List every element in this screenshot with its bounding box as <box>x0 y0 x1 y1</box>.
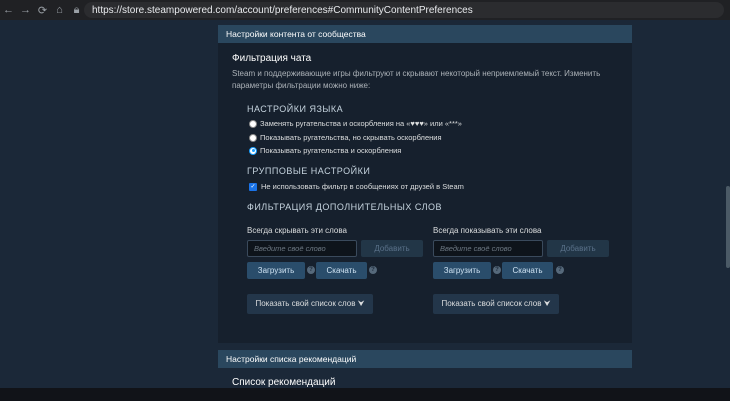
forward-arrow-icon[interactable]: → <box>17 0 34 20</box>
reload-icon[interactable]: ⟳ <box>34 0 51 20</box>
show-words-title: Всегда показывать эти слова <box>433 226 542 235</box>
language-option-label: Заменять ругательства и оскорбления на «… <box>260 119 462 128</box>
page-content: Настройки контента от сообщества Фильтра… <box>0 20 730 388</box>
url-text: https://store.steampowered.com/account/p… <box>92 4 473 16</box>
chat-filter-title: Фильтрация чата <box>232 53 312 64</box>
language-settings-label: НАСТРОЙКИ ЯЗЫКА <box>247 104 344 114</box>
hide-upload-button[interactable]: Загрузить <box>247 262 305 279</box>
radio-button-selected[interactable] <box>249 146 257 155</box>
checkbox-checked[interactable]: ✓ <box>249 182 257 191</box>
friends-filter-option[interactable]: ✓ Не использовать фильтр в сообщениях от… <box>249 182 464 191</box>
friends-filter-label: Не использовать фильтр в сообщениях от д… <box>261 182 464 191</box>
help-icon[interactable]: ? <box>369 266 377 274</box>
language-option-replace[interactable]: Заменять ругательства и оскорбления на «… <box>249 119 462 128</box>
radio-button[interactable] <box>249 119 257 128</box>
help-icon[interactable]: ? <box>556 266 564 274</box>
lock-icon: 🔒︎ <box>73 3 80 16</box>
show-word-input[interactable] <box>433 240 543 257</box>
radio-button[interactable] <box>249 133 257 142</box>
hide-word-input[interactable] <box>247 240 357 257</box>
hide-words-title: Всегда скрывать эти слова <box>247 226 347 235</box>
language-option-show-all[interactable]: Показывать ругательства и оскорбления <box>249 146 401 155</box>
group-settings-label: ГРУППОВЫЕ НАСТРОЙКИ <box>247 166 371 176</box>
help-icon[interactable]: ? <box>307 266 315 274</box>
show-word-add-button[interactable]: Добавить <box>547 240 609 257</box>
language-option-label: Показывать ругательства, но скрывать оск… <box>260 133 442 142</box>
chat-filter-description: Steam и поддерживающие игры фильтруют и … <box>232 69 601 90</box>
language-option-hide-slurs[interactable]: Показывать ругательства, но скрывать оск… <box>249 133 442 142</box>
address-bar[interactable]: https://store.steampowered.com/account/p… <box>84 2 724 18</box>
taskbar <box>0 388 730 401</box>
home-icon[interactable]: ⌂ <box>51 0 68 20</box>
back-arrow-icon[interactable]: ← <box>0 0 17 20</box>
extra-words-label: ФИЛЬТРАЦИЯ ДОПОЛНИТЕЛЬНЫХ СЛОВ <box>247 202 442 212</box>
scrollbar-thumb[interactable] <box>726 186 730 268</box>
show-download-button[interactable]: Скачать <box>502 262 553 279</box>
section-header-community: Настройки контента от сообщества <box>218 25 632 43</box>
show-upload-button[interactable]: Загрузить <box>433 262 491 279</box>
show-show-list-button[interactable]: Показать свой список слов ⮟ <box>433 294 559 314</box>
recommendations-title: Список рекомендаций <box>232 377 336 388</box>
language-option-label: Показывать ругательства и оскорбления <box>260 146 402 155</box>
hide-word-add-button[interactable]: Добавить <box>361 240 423 257</box>
hide-download-button[interactable]: Скачать <box>316 262 367 279</box>
section-header-recommendations: Настройки списка рекомендаций <box>218 350 632 368</box>
help-icon[interactable]: ? <box>493 266 501 274</box>
hide-show-list-button[interactable]: Показать свой список слов ⮟ <box>247 294 373 314</box>
browser-toolbar: ← → ⟳ ⌂ 🔒︎ https://store.steampowered.co… <box>0 0 730 20</box>
